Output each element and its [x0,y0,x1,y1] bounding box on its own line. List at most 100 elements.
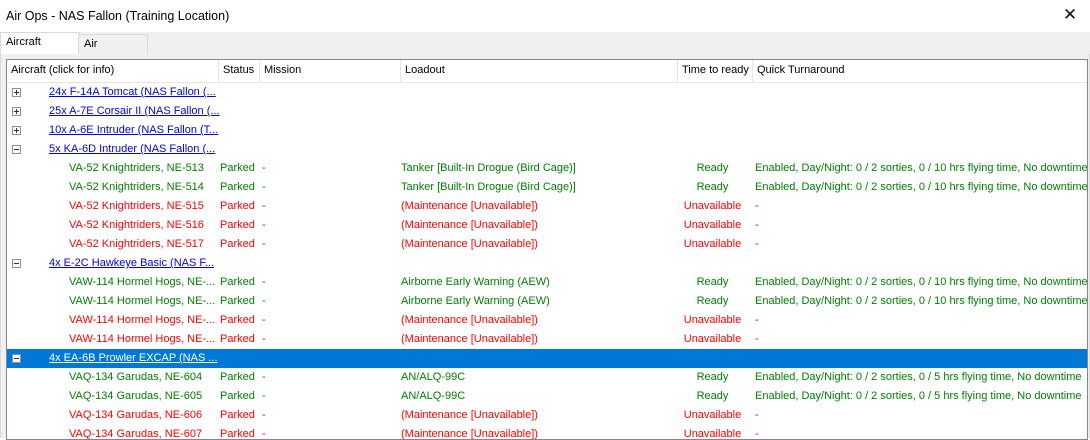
aircraft-time-to-ready: Unavailable [683,200,742,212]
aircraft-quick-turnaround: Enabled, Day/Night: 0 / 2 sorties, 0 / 1… [755,162,1087,174]
aircraft-status: Parked [220,276,255,288]
tab-air-facilities[interactable]: Air Facilities [78,34,148,68]
aircraft-time-to-ready: Ready [696,295,729,307]
aircraft-status: Parked [220,390,255,402]
aircraft-row[interactable]: VAW-114 Hormel Hogs, NE-... Parked - (Maint… [7,330,1087,349]
aircraft-row[interactable]: VA-52 Knightriders, NE-516 Parked - (Mainte… [7,216,1087,235]
aircraft-row[interactable]: VA-52 Knightriders, NE-513 Parked - Tanker … [7,159,1087,178]
group-row[interactable]: 4x EA-6B Prowler EXCAP (NAS ... [7,349,1087,368]
tab-strip: Aircraft Status Air Facilities [0,32,1090,68]
aircraft-group-link[interactable]: 25x A-7E Corsair II (NAS Fallon (... [49,102,220,121]
aircraft-name: VA-52 Knightriders, NE-517 [69,238,204,250]
group-row[interactable]: 25x A-7E Corsair II (NAS Fallon (... [7,102,1087,121]
window-title: Air Ops - NAS Fallon (Training Location) [6,9,230,23]
collapse-icon[interactable] [12,259,21,268]
aircraft-status: Parked [220,409,255,421]
aircraft-mission: - [262,276,266,288]
group-row[interactable]: 5x KA-6D Intruder (NAS Fallon (... [7,140,1087,159]
aircraft-row[interactable]: VA-52 Knightriders, NE-515 Parked - (Mainte… [7,197,1087,216]
aircraft-status: Parked [220,200,255,212]
aircraft-name: VAW-114 Hormel Hogs, NE-... [69,314,216,326]
aircraft-loadout: (Maintenance [Unavailable]) [401,409,538,421]
aircraft-group-link[interactable]: 4x EA-6B Prowler EXCAP (NAS ... [49,349,218,368]
aircraft-quick-turnaround: Enabled, Day/Night: 0 / 2 sorties, 0 / 5… [755,390,1082,402]
aircraft-status: Parked [220,371,255,383]
aircraft-loadout: Airborne Early Warning (AEW) [401,295,550,307]
expand-icon[interactable] [12,126,21,135]
expand-icon[interactable] [12,88,21,97]
aircraft-time-to-ready: Ready [696,181,729,193]
aircraft-quick-turnaround: - [755,238,759,250]
aircraft-name: VA-52 Knightriders, NE-513 [69,162,204,174]
group-row[interactable]: 24x F-14A Tomcat (NAS Fallon (... [7,83,1087,102]
aircraft-time-to-ready: Unavailable [683,238,742,250]
aircraft-quick-turnaround: Enabled, Day/Night: 0 / 2 sorties, 0 / 1… [755,276,1087,288]
column-header-status[interactable]: Status [219,60,260,82]
column-header-row: Aircraft (click for info) Status Mission… [7,60,1087,83]
group-row[interactable]: 10x A-6E Intruder (NAS Fallon (T... [7,121,1087,140]
aircraft-row[interactable]: VAW-114 Hormel Hogs, NE-... Parked - Airbor… [7,273,1087,292]
aircraft-loadout: (Maintenance [Unavailable]) [401,314,538,326]
aircraft-mission: - [262,238,266,250]
aircraft-row[interactable]: VA-52 Knightriders, NE-517 Parked - (Mainte… [7,235,1087,254]
aircraft-mission: - [262,314,266,326]
aircraft-row[interactable]: VAQ-134 Garudas, NE-606 Parked - (Maintenan… [7,406,1087,425]
aircraft-name: VAQ-134 Garudas, NE-606 [69,409,203,421]
aircraft-quick-turnaround: - [755,200,759,212]
aircraft-tree-list[interactable]: Aircraft (click for info) Status Mission… [6,59,1088,440]
aircraft-time-to-ready: Unavailable [683,409,742,421]
aircraft-quick-turnaround: Enabled, Day/Night: 0 / 2 sorties, 0 / 1… [755,295,1087,307]
aircraft-time-to-ready: Ready [696,276,729,288]
column-header-quick-turnaround[interactable]: Quick Turnaround [753,60,1087,82]
aircraft-row[interactable]: VAQ-134 Garudas, NE-605 Parked - AN/ALQ-99C… [7,387,1087,406]
close-icon[interactable]: ✕ [1060,5,1080,25]
aircraft-time-to-ready: Ready [696,371,729,383]
column-header-aircraft[interactable]: Aircraft (click for info) [7,60,219,82]
aircraft-time-to-ready: Ready [696,162,729,174]
aircraft-status: Parked [220,219,255,231]
aircraft-row[interactable]: VAW-114 Hormel Hogs, NE-... Parked - (Maint… [7,311,1087,330]
column-header-loadout[interactable]: Loadout [401,60,678,82]
aircraft-row[interactable]: VAQ-134 Garudas, NE-604 Parked - AN/ALQ-99C… [7,368,1087,387]
aircraft-mission: - [262,200,266,212]
aircraft-name: VA-52 Knightriders, NE-515 [69,200,204,212]
aircraft-status: Parked [220,162,255,174]
aircraft-row[interactable]: VAW-114 Hormel Hogs, NE-... Parked - Airbor… [7,292,1087,311]
aircraft-time-to-ready: Unavailable [683,219,742,231]
aircraft-group-link[interactable]: 24x F-14A Tomcat (NAS Fallon (... [49,83,216,102]
aircraft-loadout: Tanker [Built-In Drogue (Bird Cage)] [401,162,576,174]
aircraft-quick-turnaround: - [755,219,759,231]
aircraft-row[interactable]: VA-52 Knightriders, NE-514 Parked - Tanker … [7,178,1087,197]
aircraft-mission: - [262,390,266,402]
tab-aircraft-status[interactable]: Aircraft Status [0,32,80,66]
aircraft-quick-turnaround: Enabled, Day/Night: 0 / 2 sorties, 0 / 1… [755,181,1087,193]
aircraft-loadout: AN/ALQ-99C [401,390,466,402]
aircraft-mission: - [262,181,266,193]
aircraft-loadout: AN/ALQ-99C [401,371,466,383]
group-row[interactable]: 4x E-2C Hawkeye Basic (NAS F... [7,254,1087,273]
aircraft-time-to-ready: Unavailable [683,314,742,326]
aircraft-mission: - [262,219,266,231]
aircraft-mission: - [262,162,266,174]
aircraft-group-link[interactable]: 4x E-2C Hawkeye Basic (NAS F... [49,254,214,273]
title-bar: Air Ops - NAS Fallon (Training Location)… [0,0,1090,32]
aircraft-group-link[interactable]: 5x KA-6D Intruder (NAS Fallon (... [49,140,215,159]
aircraft-mission: - [262,409,266,421]
tree-rows: 24x F-14A Tomcat (NAS Fallon (... 25x A-7… [7,83,1087,439]
aircraft-status: Parked [220,238,255,250]
expand-icon[interactable] [12,107,21,116]
aircraft-quick-turnaround: - [755,333,759,345]
collapse-icon[interactable] [12,354,21,363]
aircraft-quick-turnaround: - [755,409,759,421]
column-header-mission[interactable]: Mission [260,60,401,82]
aircraft-status: Parked [220,314,255,326]
column-header-time-to-ready[interactable]: Time to ready [678,60,753,82]
collapse-icon[interactable] [12,145,21,154]
aircraft-name: VAW-114 Hormel Hogs, NE-... [69,276,216,288]
aircraft-name: VA-52 Knightriders, NE-516 [69,219,204,231]
aircraft-mission: - [262,295,266,307]
aircraft-quick-turnaround: - [755,314,759,326]
aircraft-group-link[interactable]: 10x A-6E Intruder (NAS Fallon (T... [49,121,218,140]
aircraft-loadout: (Maintenance [Unavailable]) [401,219,538,231]
aircraft-mission: - [262,333,266,345]
